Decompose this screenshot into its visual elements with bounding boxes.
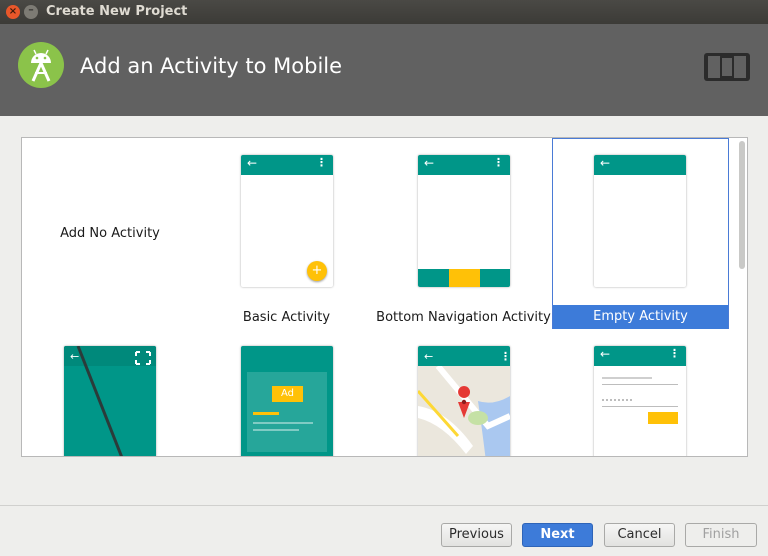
tile-label: Basic Activity (242, 310, 331, 325)
close-window-button[interactable]: × (6, 5, 20, 19)
svg-text:←: ← (70, 350, 79, 363)
tile-login-activity[interactable]: ← ⋮ (552, 329, 729, 456)
ad-line (253, 412, 279, 415)
basic-activity-preview: ← ⋮ + (241, 155, 333, 287)
footer-divider (0, 505, 768, 506)
phone-tablet-icon (704, 53, 750, 81)
svg-text:⋮: ⋮ (500, 350, 510, 363)
finish-button[interactable]: Finish (685, 523, 757, 547)
ad-line (253, 429, 299, 431)
ad-line (253, 422, 313, 424)
back-arrow-icon: ← (247, 156, 258, 170)
login-line (602, 377, 652, 379)
ad-badge: Ad (272, 386, 303, 402)
bottom-nav-bar (418, 269, 510, 287)
ad-activity-preview: Ad (241, 346, 333, 456)
tile-empty-activity[interactable]: ← Empty Activity (552, 138, 729, 329)
app-bar: ← ⋮ (594, 346, 686, 366)
app-bar: ← (594, 155, 686, 175)
gallery-scroll-thumb[interactable] (739, 141, 745, 269)
tile-label: Add No Activity (60, 226, 160, 241)
svg-text:←: ← (424, 350, 433, 363)
tile-ad-activity[interactable]: Ad (198, 329, 375, 456)
overflow-menu-icon: ⋮ (493, 156, 504, 169)
back-arrow-icon: ← (600, 156, 611, 170)
title-bar: × – Create New Project (0, 0, 768, 24)
fab-add-icon: + (307, 261, 327, 281)
tile-add-no-activity[interactable]: Add No Activity (22, 138, 198, 329)
password-dots (602, 399, 632, 402)
empty-activity-preview: ← (594, 155, 686, 287)
next-button[interactable]: Next (522, 523, 593, 547)
email-field-line (602, 384, 678, 385)
tile-maps-activity[interactable]: ← ⋮ (375, 329, 552, 456)
map-preview-icon: ← ⋮ (418, 346, 510, 456)
tile-label: Bottom Navigation Activity (376, 310, 551, 325)
tile-basic-activity[interactable]: ← ⋮ + Basic Activity (198, 138, 375, 329)
back-arrow-icon: ← (600, 347, 611, 361)
minimize-window-button[interactable]: – (24, 4, 38, 19)
back-arrow-icon: ← (424, 156, 435, 170)
sign-in-button-preview (648, 412, 678, 424)
app-bar: ← ⋮ (241, 155, 333, 175)
tile-fullscreen-activity[interactable]: ← (22, 329, 198, 456)
maps-activity-preview: ← ⋮ (418, 346, 510, 456)
create-project-window: × – Create New Project Add an Activity t… (0, 0, 768, 556)
cancel-button[interactable]: Cancel (604, 523, 675, 547)
activity-gallery: Add No Activity ← ⋮ + Basic Activity ← ⋮ (21, 137, 748, 457)
wizard-header: Add an Activity to Mobile (0, 24, 768, 116)
tile-label: Empty Activity (553, 305, 728, 329)
page-title: Add an Activity to Mobile (80, 54, 343, 78)
overflow-menu-icon: ⋮ (669, 347, 680, 360)
bottom-navigation-preview: ← ⋮ (418, 155, 510, 287)
login-activity-preview: ← ⋮ (594, 346, 686, 456)
fullscreen-diagonal-icon: ← (64, 346, 156, 456)
window-title: Create New Project (46, 4, 188, 19)
fullscreen-activity-preview: ← (64, 346, 156, 456)
tile-bottom-navigation-activity[interactable]: ← ⋮ Bottom Navigation Activity (375, 138, 552, 329)
android-studio-logo-icon (18, 42, 64, 88)
app-bar: ← ⋮ (418, 155, 510, 175)
previous-button[interactable]: Previous (441, 523, 512, 547)
bottom-nav-active-item (449, 269, 480, 287)
password-field-line (602, 406, 678, 407)
overflow-menu-icon: ⋮ (316, 156, 327, 169)
